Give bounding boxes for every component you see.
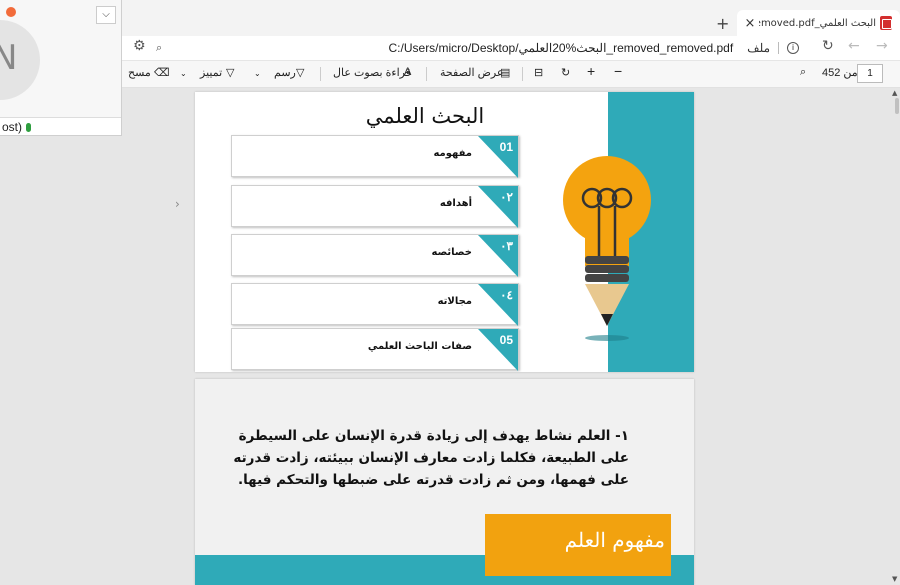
list-item: ٠٤ مجالاته — [231, 283, 519, 326]
dropdown-button[interactable]: ⌵ — [96, 6, 116, 24]
item-label: مفهومه — [433, 148, 472, 159]
erase-button[interactable]: مسح — [128, 66, 151, 79]
new-tab-button[interactable]: + — [716, 14, 729, 33]
page-title: البحث العلمي — [365, 104, 485, 128]
scroll-down-icon[interactable]: ▼ — [892, 575, 897, 583]
draw-icon[interactable]: ▽ — [296, 66, 304, 79]
read-aloud-icon[interactable]: A — [404, 66, 411, 78]
page-view-icon[interactable]: ▤ — [500, 66, 510, 79]
url-field[interactable]: ⌕ C:/Users/micro/Desktop/البحث%20العلمي_… — [150, 38, 805, 58]
lightbulb-pencil-icon — [563, 156, 651, 341]
tab-pdf[interactable]: × البحث العلمي_removed_removed.pdf — [737, 10, 900, 36]
pdf-toolbar: مسح ⌫ ⌄ تمييز ▽ ⌄ رسم ▽ قراءة بصوت عال A… — [122, 61, 900, 88]
list-item: ٠٣ خصائصه — [231, 234, 519, 277]
chevron-right-icon[interactable]: › — [175, 197, 180, 211]
toolbar-divider — [426, 67, 427, 81]
pdf-file-icon — [880, 16, 892, 30]
microphone-icon[interactable] — [26, 123, 32, 133]
item-number: 05 — [499, 333, 513, 347]
info-icon[interactable]: i — [787, 42, 799, 54]
fit-width-icon[interactable]: ⊟ — [534, 66, 543, 79]
floating-call-window: ⌵ N ost) — [0, 0, 122, 136]
item-number: 01 — [499, 140, 513, 154]
page-total: من 452 — [822, 67, 858, 79]
scroll-up-icon[interactable]: ▲ — [892, 89, 897, 97]
tab-strip: + × البحث العلمي_removed_removed.pdf — [0, 0, 900, 36]
item-label: خصائصه — [431, 247, 473, 258]
search-icon[interactable]: ⌕ — [800, 66, 806, 79]
zoom-out-button[interactable]: − — [614, 63, 622, 79]
close-tab-icon[interactable]: × — [741, 16, 759, 31]
item-number: ٠٢ — [500, 190, 513, 204]
search-icon[interactable]: ⌕ — [156, 42, 162, 55]
section-title-box: مفهوم العلم — [485, 514, 671, 576]
pdf-page-2: ١- العلم نشاط يهدف إلى زيادة قدرة الإنسا… — [195, 379, 694, 585]
file-label: ملف — [747, 41, 770, 55]
highlighter-icon[interactable]: ▽ — [226, 66, 234, 79]
section-title: مفهوم العلم — [564, 528, 665, 552]
refresh-icon[interactable]: ↻ — [822, 38, 834, 54]
list-item: 05 صفات الباحث العلمي — [231, 328, 519, 371]
page-view-button[interactable]: عرض الصفحة — [440, 66, 504, 79]
item-label: أهدافه — [439, 198, 472, 209]
list-item: ٠٢ أهدافه — [231, 185, 519, 228]
rotate-icon[interactable]: ↻ — [561, 66, 570, 79]
avatar-letter: N — [0, 38, 17, 78]
participant-name: ost) — [2, 120, 23, 134]
divider — [778, 42, 779, 54]
eraser-icon[interactable]: ⌫ — [154, 66, 170, 79]
collections-icon[interactable]: ⚙ — [133, 38, 146, 54]
toolbar-divider — [320, 67, 321, 81]
list-item: 01 مفهومه — [231, 135, 519, 178]
item-label: صفات الباحث العلمي — [367, 341, 472, 352]
zoom-in-button[interactable]: + — [587, 63, 595, 79]
notification-badge — [6, 7, 16, 17]
body-paragraph: ١- العلم نشاط يهدف إلى زيادة قدرة الإنسا… — [233, 428, 629, 488]
forward-icon[interactable]: → — [876, 38, 888, 54]
item-number: ٠٤ — [500, 288, 513, 302]
chevron-down-icon[interactable]: ⌄ — [180, 69, 187, 78]
pdf-page-1: البحث العلمي 01 مفهومه ٠٢ أهدافه ٠٣ خصائ… — [195, 92, 694, 372]
item-number: ٠٣ — [500, 239, 513, 253]
scrollbar-thumb[interactable] — [895, 98, 899, 114]
back-icon[interactable]: ← — [848, 38, 860, 54]
item-label: مجالاته — [437, 296, 472, 307]
participant-status: ost) — [0, 117, 121, 135]
chevron-down-icon[interactable]: ⌄ — [254, 69, 261, 78]
url-text: C:/Users/micro/Desktop/البحث%20العلمي_re… — [388, 41, 734, 55]
page-number-input[interactable]: 1 — [857, 64, 883, 83]
vertical-scrollbar[interactable] — [893, 88, 900, 585]
read-aloud-button[interactable]: قراءة بصوت عال — [333, 66, 411, 79]
toolbar-divider — [522, 67, 523, 81]
draw-button[interactable]: رسم — [274, 66, 296, 79]
tab-title: البحث العلمي_removed_removed.pdf — [759, 17, 876, 29]
highlight-button[interactable]: تمييز — [200, 66, 222, 79]
